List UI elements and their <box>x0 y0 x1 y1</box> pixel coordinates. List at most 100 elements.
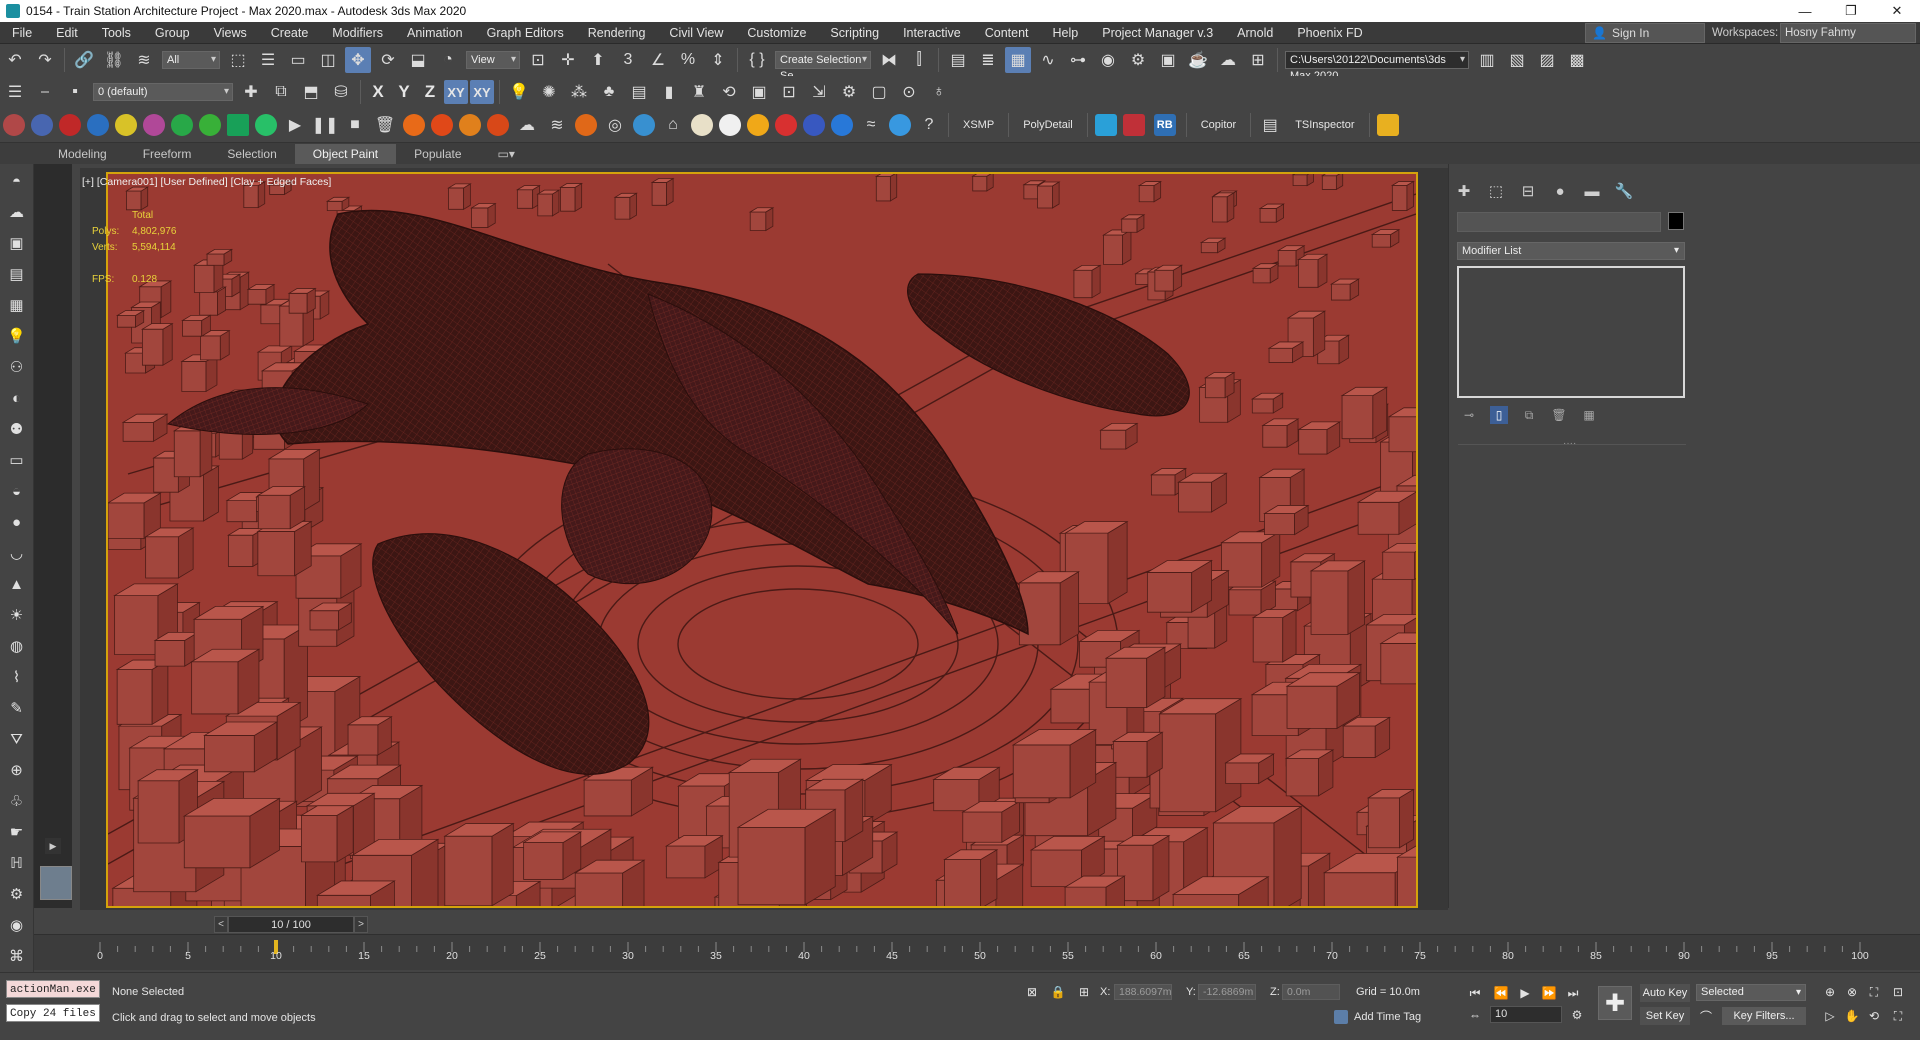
menu-help[interactable]: Help <box>1041 22 1091 44</box>
tsinspector-button[interactable]: TSInspector <box>1285 119 1364 131</box>
render-production-icon[interactable]: ☕ <box>1185 47 1211 73</box>
configure-modifier-sets-icon[interactable]: ▦ <box>1580 406 1598 424</box>
gear-sphere-icon[interactable]: ⚙ <box>4 881 30 907</box>
select-move-icon[interactable]: ✥ <box>345 47 371 73</box>
go-to-end-icon[interactable]: ⏭ <box>1564 984 1582 1002</box>
light-icon[interactable]: 💡 <box>506 79 532 105</box>
bowl-icon[interactable]: ◡ <box>4 540 30 566</box>
menu-arnold[interactable]: Arnold <box>1225 22 1285 44</box>
viewport-label[interactable]: [+] [Camera001] [User Defined] [Clay + E… <box>82 176 331 188</box>
menu-civil-view[interactable]: Civil View <box>657 22 735 44</box>
object-name-field[interactable] <box>1457 212 1661 232</box>
axis-x-button[interactable]: X <box>366 80 390 104</box>
percent-snap-icon[interactable]: % <box>675 47 701 73</box>
explosion-icon[interactable] <box>459 114 481 136</box>
camera-box-icon[interactable]: ▣ <box>4 230 30 256</box>
close-button[interactable]: ✕ <box>1874 0 1920 22</box>
select-place-icon[interactable]: ◔ <box>435 47 461 73</box>
pin-stack-icon[interactable]: ⊸ <box>1460 406 1478 424</box>
layer-explorer-icon[interactable]: ≣ <box>975 47 1001 73</box>
remove-modifier-icon[interactable]: 🗑 <box>1550 406 1568 424</box>
tab-selection[interactable]: Selection <box>209 144 294 164</box>
project-folder-icon[interactable]: ▥ <box>1474 47 1500 73</box>
steps-icon[interactable]: ⌇ <box>4 664 30 690</box>
menu-interactive[interactable]: Interactive <box>891 22 973 44</box>
project-path-dropdown[interactable]: C:\Users\20122\Documents\3ds Max 2020 <box>1285 51 1469 82</box>
named-selection-dropdown[interactable]: Create Selection Se <box>775 51 871 82</box>
plant-icon[interactable]: ♧ <box>4 788 30 814</box>
rectangular-selection-icon[interactable]: ▭ <box>285 47 311 73</box>
undo-icon[interactable]: ↶ <box>2 47 28 73</box>
modifier-stack[interactable] <box>1457 266 1685 398</box>
menu-edit[interactable]: Edit <box>44 22 90 44</box>
link-icon[interactable]: 🔗 <box>71 47 97 73</box>
stop-icon[interactable]: ■ <box>342 112 368 138</box>
red-blob-icon[interactable] <box>775 114 797 136</box>
unlink-icon[interactable]: ⛓ <box>101 47 127 73</box>
align-icon[interactable]: ⫿ <box>906 47 932 73</box>
set-key-button[interactable]: Set Key <box>1640 1007 1690 1025</box>
select-rotate-icon[interactable]: ⟳ <box>375 47 401 73</box>
default-tangent-icon[interactable]: ⌒ <box>1698 1008 1714 1024</box>
viewport-thumbnail[interactable] <box>40 866 72 900</box>
axis-z-button[interactable]: Z <box>418 80 442 104</box>
modifier-list-dropdown[interactable]: Modifier List <box>1457 242 1685 260</box>
network-icon[interactable]: ⚇ <box>4 354 30 380</box>
zoom-icon[interactable]: ⊕ <box>1822 984 1838 1000</box>
box-primitive-icon[interactable]: ▭ <box>4 447 30 473</box>
pan-view-icon[interactable]: ✋ <box>1844 1008 1860 1024</box>
key-mode-dropdown[interactable]: Selected <box>1696 984 1806 1001</box>
axis-xy-button[interactable]: XY <box>444 80 468 104</box>
zoom-extents-icon[interactable]: ⊡ <box>776 79 802 105</box>
play-animation-icon[interactable]: ▶ <box>1516 984 1534 1002</box>
select-manipulate-icon[interactable]: ✛ <box>555 47 581 73</box>
schematic-view-icon[interactable]: ⊶ <box>1065 47 1091 73</box>
make-unique-icon[interactable]: ⧉ <box>1520 406 1538 424</box>
curve-editor-icon[interactable]: ∿ <box>1035 47 1061 73</box>
keyboard-shortcut-override-icon[interactable]: ⬆ <box>585 47 611 73</box>
tab-object-paint[interactable]: Object Paint <box>294 143 397 164</box>
object-color-swatch[interactable] <box>1668 212 1684 230</box>
menu-graph-editors[interactable]: Graph Editors <box>475 22 576 44</box>
time-configuration-icon[interactable]: ⚙ <box>1568 1006 1586 1024</box>
sun-icon[interactable]: ☀ <box>4 602 30 628</box>
add-time-tag[interactable]: Add Time Tag <box>1334 1010 1421 1024</box>
redo-icon[interactable]: ↷ <box>32 47 58 73</box>
create-shape-icon[interactable]: ◓ <box>4 168 30 194</box>
time-slider-next-icon[interactable]: > <box>354 916 368 933</box>
orbit-icon[interactable]: ⟲ <box>1866 1008 1882 1024</box>
viewport-camera-menu[interactable]: [Camera001] <box>97 176 158 188</box>
material-editor-icon[interactable]: ◉ <box>1095 47 1121 73</box>
tsinspector-icon[interactable]: ▤ <box>1257 112 1283 138</box>
utilities-tab-icon[interactable]: 🔧 <box>1613 180 1635 202</box>
diamond-plugin-icon[interactable] <box>1122 114 1145 136</box>
maximize-viewport-icon[interactable]: ⛶ <box>1890 1008 1906 1024</box>
go-to-start-icon[interactable]: ⏮ <box>1466 984 1484 1002</box>
play-icon[interactable]: ▶ <box>282 112 308 138</box>
select-by-name-icon[interactable]: ☰ <box>255 47 281 73</box>
set-keys-icon[interactable]: ✚ <box>1598 986 1632 1020</box>
window-crossing-icon[interactable]: ◫ <box>315 47 341 73</box>
x-coord-field[interactable]: 188.6097m <box>1114 984 1172 1000</box>
help-icon[interactable]: ? <box>916 112 942 138</box>
fire-icon[interactable] <box>403 114 425 136</box>
viewport-view-menu[interactable]: [User Defined] <box>161 176 228 188</box>
glass-icon[interactable]: ⌂ <box>660 112 686 138</box>
edit-named-selection-icon[interactable]: { } <box>744 47 770 73</box>
zoom-all-icon[interactable]: ⊗ <box>1844 984 1860 1000</box>
show-end-result-icon[interactable]: ▯ <box>1490 406 1508 424</box>
menu-phoenix-fd[interactable]: Phoenix FD <box>1285 22 1374 44</box>
y-coord-field[interactable]: -12.6869m <box>1198 984 1256 1000</box>
select-object-icon[interactable]: ⬚ <box>225 47 251 73</box>
export-icon[interactable]: ⇲ <box>806 79 832 105</box>
current-layer-dropdown[interactable]: 0 (default) <box>93 83 233 101</box>
paint-icon[interactable]: ✎ <box>4 695 30 721</box>
tab-modeling[interactable]: Modeling <box>40 144 125 164</box>
layer-freeze-icon[interactable]: ▪ <box>62 79 88 105</box>
next-frame-icon[interactable]: ⏩ <box>1540 984 1558 1002</box>
magenta-ring-icon[interactable] <box>143 114 165 136</box>
yellow-ring-icon[interactable] <box>115 114 137 136</box>
tree-icon[interactable]: ♣ <box>596 79 622 105</box>
scene-explorer-icon[interactable]: ▤ <box>945 47 971 73</box>
render-cloud-icon[interactable]: ☁ <box>1215 47 1241 73</box>
